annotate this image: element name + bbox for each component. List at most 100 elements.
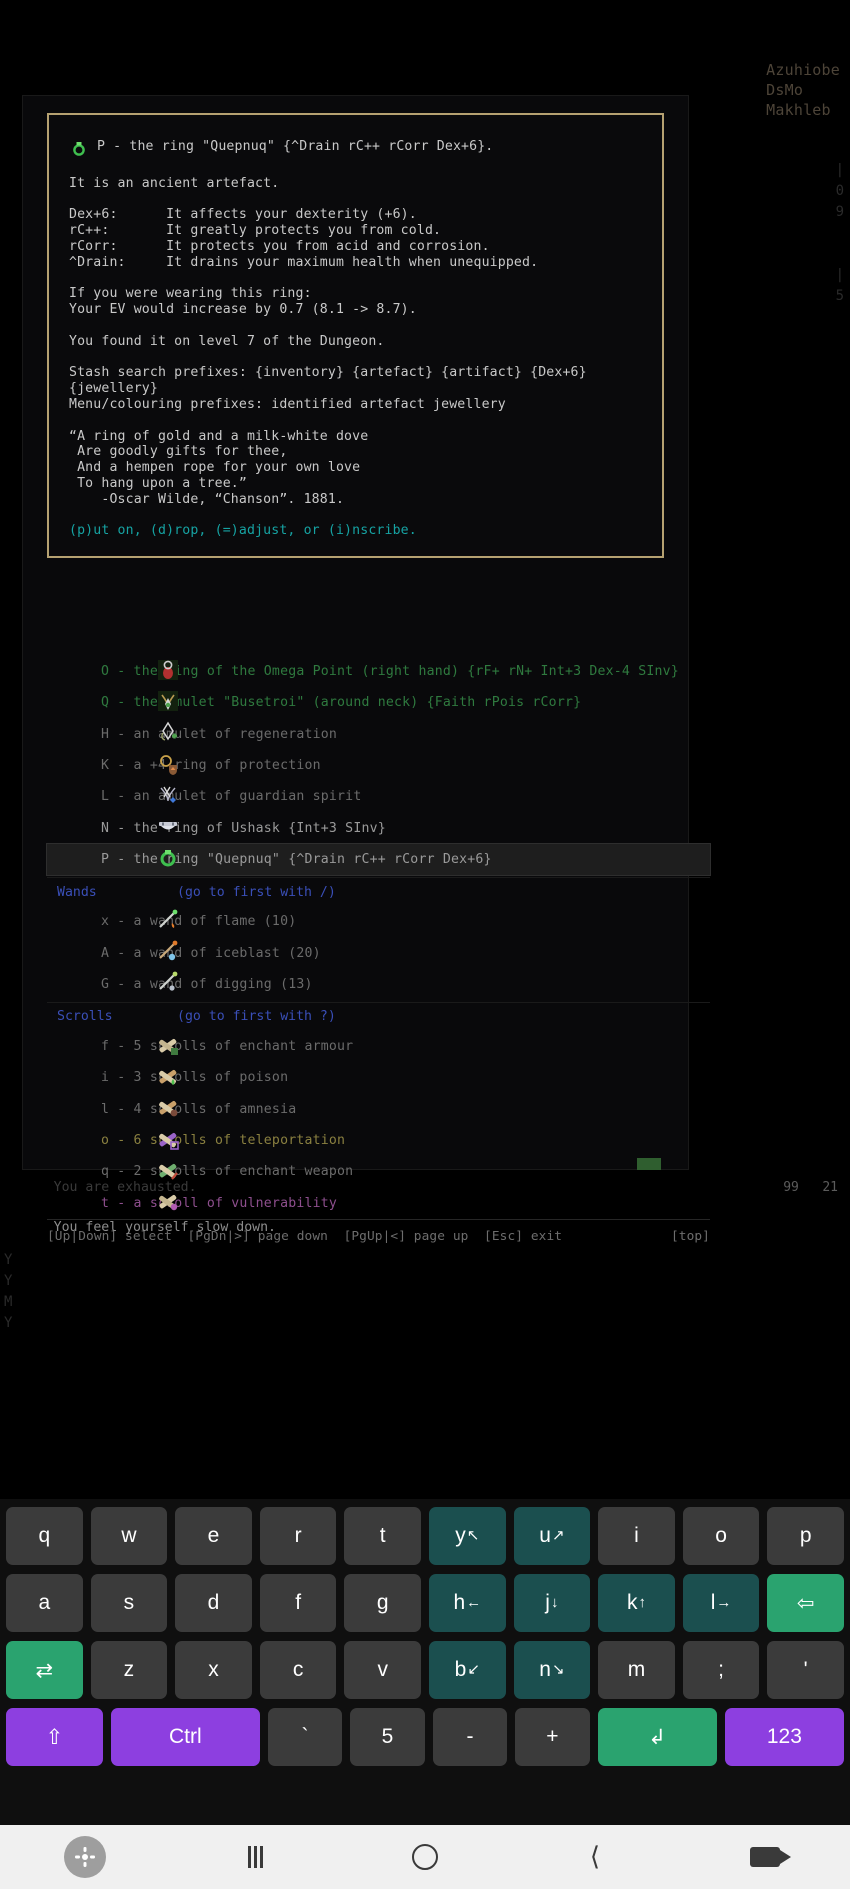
key-label: y xyxy=(455,1524,466,1547)
key-direction-glyph: ↙ xyxy=(467,1661,480,1678)
key-[interactable]: ⇦ xyxy=(767,1574,844,1632)
key-label: z xyxy=(123,1658,135,1681)
list-item[interactable]: l - 4 scrolls of amnesia xyxy=(47,1094,710,1125)
key-label: - xyxy=(466,1725,474,1748)
system-navbar: ⟨ xyxy=(0,1825,850,1889)
key-d[interactable]: d xyxy=(175,1574,252,1632)
key-123[interactable]: 123 xyxy=(724,1708,844,1766)
key-label: e xyxy=(207,1524,220,1547)
key-x[interactable]: x xyxy=(175,1641,252,1699)
key-u[interactable]: u ↗ xyxy=(513,1507,591,1565)
list-item[interactable]: H - an amulet of regeneration xyxy=(47,719,710,750)
key-label: a xyxy=(38,1591,51,1614)
list-item[interactable]: o - 6 scrolls of teleportation xyxy=(47,1125,710,1156)
key-n[interactable]: n ↘ xyxy=(513,1641,591,1699)
key-t[interactable]: t xyxy=(344,1507,421,1565)
key-5[interactable]: 5 xyxy=(350,1708,425,1766)
wand-digging-icon xyxy=(57,954,178,1014)
home-button[interactable] xyxy=(340,1844,510,1870)
key-label: g xyxy=(376,1591,389,1614)
key-direction-glyph: ↖ xyxy=(466,1527,480,1544)
keyboard-row-2: a s d f g h ← j ↓ k ↑ l → ⇦ xyxy=(6,1574,844,1632)
key-label: k xyxy=(626,1591,638,1614)
keyboard-row-1: q w e r t y ↖ u ↗ i o p xyxy=(6,1507,844,1565)
list-item[interactable]: x - a wand of flame (10) xyxy=(47,906,710,937)
list-item[interactable]: L - an amulet of guardian spirit xyxy=(47,781,710,812)
key-direction-glyph: ↘ xyxy=(551,1661,565,1678)
accessibility-icon[interactable] xyxy=(64,1836,106,1878)
description-title-row: P - the ring "Quepnuq" {^Drain rC++ rCor… xyxy=(69,139,642,156)
key-e[interactable]: e xyxy=(175,1507,252,1565)
floating-action-button[interactable] xyxy=(0,1836,170,1878)
key-label: m xyxy=(627,1658,646,1681)
list-item[interactable]: Q - the amulet "Busetroi" (around neck) … xyxy=(47,687,710,718)
key-[interactable]: ' xyxy=(767,1641,844,1699)
health-bar xyxy=(637,1158,661,1170)
key-i[interactable]: i xyxy=(598,1507,675,1565)
list-item[interactable]: G - a wand of digging (13) xyxy=(47,969,710,1000)
key-[interactable]: - xyxy=(432,1708,508,1766)
list-item[interactable]: N - the ring of Ushask {Int+3 SInv} xyxy=(47,812,710,843)
key-label: o xyxy=(715,1524,727,1547)
key-k[interactable]: k ↑ xyxy=(598,1574,675,1632)
ring-icon xyxy=(69,140,91,156)
key-label: ` xyxy=(301,1725,309,1748)
key-[interactable]: ⇄ xyxy=(6,1641,83,1699)
right-edge-glyphs: | 0 9 | 5 xyxy=(835,162,844,304)
recents-icon[interactable] xyxy=(247,1846,263,1868)
key-label: Ctrl xyxy=(168,1725,202,1748)
list-item-label: L - an amulet of guardian spirit xyxy=(101,789,362,805)
key-j[interactable]: j ↓ xyxy=(513,1574,591,1632)
screen-record-button[interactable] xyxy=(680,1847,850,1867)
back-icon[interactable]: ⟨ xyxy=(590,1842,600,1872)
key-z[interactable]: z xyxy=(90,1641,168,1699)
list-item-label: i - 3 scrolls of poison xyxy=(101,1070,289,1086)
key-g[interactable]: g xyxy=(344,1574,421,1632)
player-hud: Azuhiobe DsMo Makhleb xyxy=(766,60,840,120)
key-o[interactable]: o xyxy=(682,1507,760,1565)
key-[interactable]: ⇧ xyxy=(6,1708,103,1766)
key-label: h xyxy=(453,1591,466,1614)
list-item[interactable]: O - the ring of the Omega Point (right h… xyxy=(47,656,710,687)
list-item[interactable]: f - 5 scrolls of enchant armour xyxy=(47,1031,710,1062)
camera-icon[interactable] xyxy=(750,1847,791,1867)
key-y[interactable]: y ↖ xyxy=(429,1507,506,1565)
key-h[interactable]: h ← xyxy=(429,1574,506,1632)
list-item[interactable]: K - a +4 ring of protection xyxy=(47,750,710,781)
home-icon[interactable] xyxy=(412,1844,438,1870)
key-a[interactable]: a xyxy=(6,1574,83,1632)
key-f[interactable]: f xyxy=(259,1574,337,1632)
key-label: r xyxy=(294,1524,302,1547)
key-label: p xyxy=(799,1524,812,1547)
back-button[interactable]: ⟨ xyxy=(510,1842,680,1872)
key-r[interactable]: r xyxy=(259,1507,337,1565)
list-item-label: x - a wand of flame (10) xyxy=(101,914,297,930)
key-q[interactable]: q xyxy=(6,1507,83,1565)
list-item[interactable]: A - a wand of iceblast (20) xyxy=(47,937,710,968)
key-[interactable]: ; xyxy=(682,1641,760,1699)
description-body: It is an ancient artefact. Dex+6: It aff… xyxy=(69,175,587,507)
list-item-label: H - an amulet of regeneration xyxy=(101,726,338,742)
key-label: b xyxy=(454,1658,467,1681)
key-p[interactable]: p xyxy=(767,1507,844,1565)
inventory-rows: O - the ring of the Omega Point (right h… xyxy=(46,656,711,1219)
recents-button[interactable] xyxy=(170,1846,340,1868)
key-b[interactable]: b ↙ xyxy=(429,1641,506,1699)
list-item[interactable]: i - 3 scrolls of poison xyxy=(47,1062,710,1093)
key-v[interactable]: v xyxy=(344,1641,421,1699)
list-item-label: A - a wand of iceblast (20) xyxy=(101,945,321,961)
key-[interactable]: ` xyxy=(267,1708,343,1766)
key-s[interactable]: s xyxy=(90,1574,168,1632)
key-label: q xyxy=(38,1524,51,1547)
key-m[interactable]: m xyxy=(598,1641,675,1699)
description-prompt: (p)ut on, (d)rop, (=)adjust, or (i)nscri… xyxy=(69,523,417,539)
section-hint: (go to first with ?) xyxy=(177,1009,336,1025)
key-w[interactable]: w xyxy=(90,1507,168,1565)
key-c[interactable]: c xyxy=(259,1641,337,1699)
key-[interactable]: ↲ xyxy=(597,1708,717,1766)
app-screen: Azuhiobe DsMo Makhleb | 0 9 | 5 Y Y M Y xyxy=(0,0,850,1889)
key-[interactable]: + xyxy=(515,1708,590,1766)
list-item-selected[interactable]: P - the ring "Quepnuq" {^Drain rC++ rCor… xyxy=(46,842,711,877)
key-ctrl[interactable]: Ctrl xyxy=(110,1708,260,1766)
key-l[interactable]: l → xyxy=(682,1574,760,1632)
